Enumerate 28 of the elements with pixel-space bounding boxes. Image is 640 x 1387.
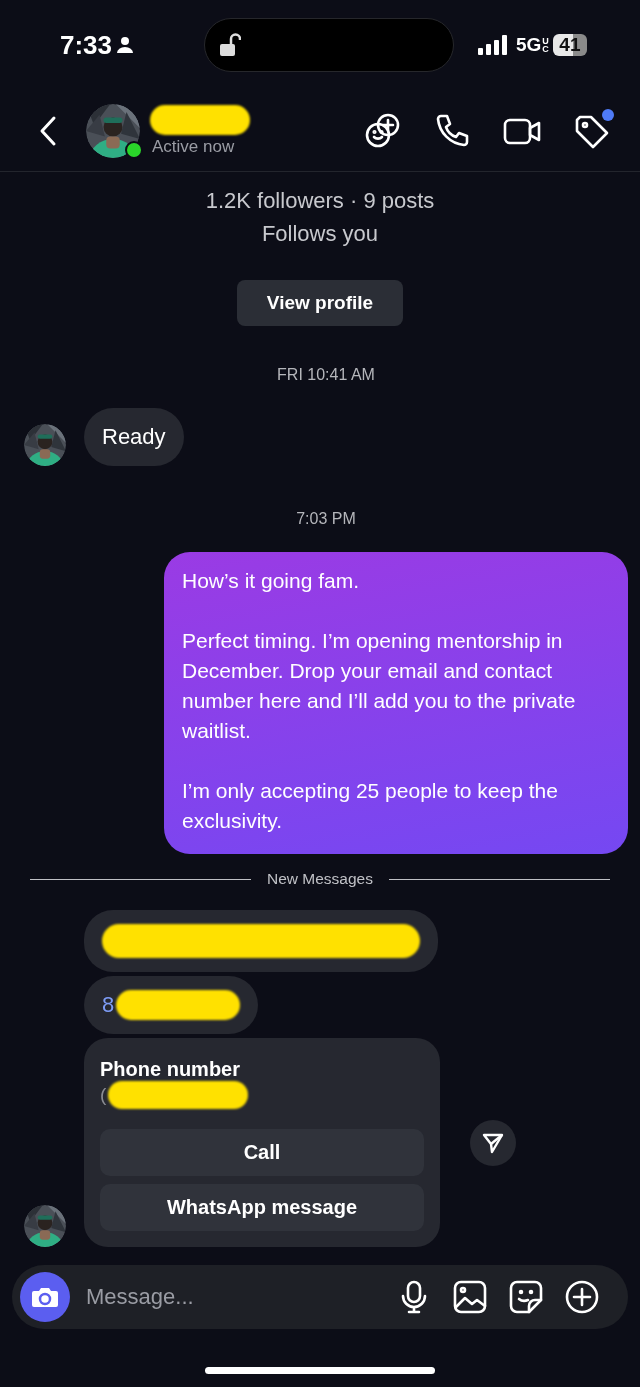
- clock-time: 7:33: [60, 29, 114, 61]
- camera-button[interactable]: [20, 1272, 70, 1322]
- timestamp: FRI 10:41 AM: [277, 366, 375, 384]
- view-profile-button[interactable]: View profile: [237, 280, 403, 326]
- timestamp: 7:03 PM: [296, 510, 356, 528]
- sent-message: How’s it going fam. Perfect timing. I’m opening mentorship in December. Drop your email and contact number here and I’ll add you to the private waitlist. I’m only accepting 25 people to keep the exclusivity.: [164, 552, 628, 854]
- phone-link[interactable]: 8: [102, 990, 115, 1020]
- battery-level: 41: [553, 34, 587, 56]
- phone-value: (: [100, 1084, 107, 1106]
- active-status: Active now: [152, 136, 236, 157]
- add-icon[interactable]: [564, 1279, 600, 1315]
- new-messages-divider: New Messages: [267, 870, 373, 888]
- follow-status: Follows you: [261, 220, 379, 248]
- person-icon: [116, 36, 134, 54]
- message-text: Ready: [102, 423, 166, 451]
- network-label: 5G: [516, 34, 542, 56]
- unlocked-lock-icon: [219, 33, 241, 57]
- sticker-icon[interactable]: [508, 1279, 544, 1315]
- card-action-button[interactable]: Call: [100, 1129, 424, 1176]
- card-action-button[interactable]: WhatsApp message: [100, 1184, 424, 1231]
- signal-icon: [478, 35, 510, 55]
- card-title: Phone number: [100, 1058, 241, 1081]
- follower-stats: 1.2K followers · 9 posts: [205, 187, 435, 215]
- back-icon[interactable]: [38, 114, 58, 147]
- image-icon[interactable]: [452, 1279, 488, 1315]
- camera-icon: [31, 1285, 59, 1309]
- network-suffix: UC: [542, 36, 548, 54]
- share-button[interactable]: [470, 1119, 516, 1166]
